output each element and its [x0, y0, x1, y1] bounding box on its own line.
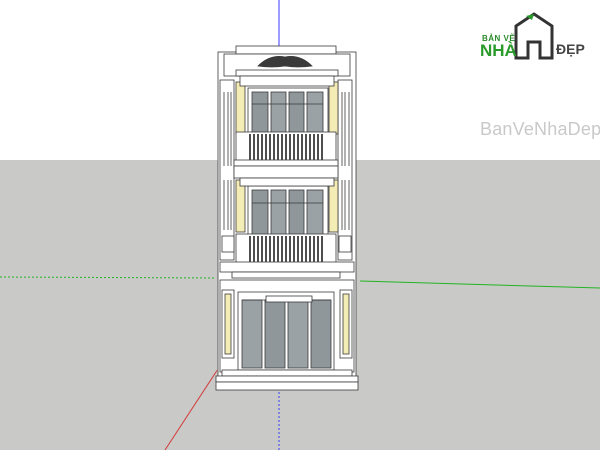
logo-line2: NHÀ	[480, 41, 517, 60]
building-facade[interactable]	[215, 45, 359, 391]
accent-panel	[235, 81, 246, 135]
sketchup-viewport[interactable]	[0, 0, 600, 450]
logo-line3: ĐẸP	[556, 41, 585, 57]
watermark-text: BanVeNhaDep	[480, 119, 600, 139]
accent-panel	[235, 179, 246, 233]
accent-panel	[328, 179, 339, 233]
accent-panel	[328, 81, 339, 135]
